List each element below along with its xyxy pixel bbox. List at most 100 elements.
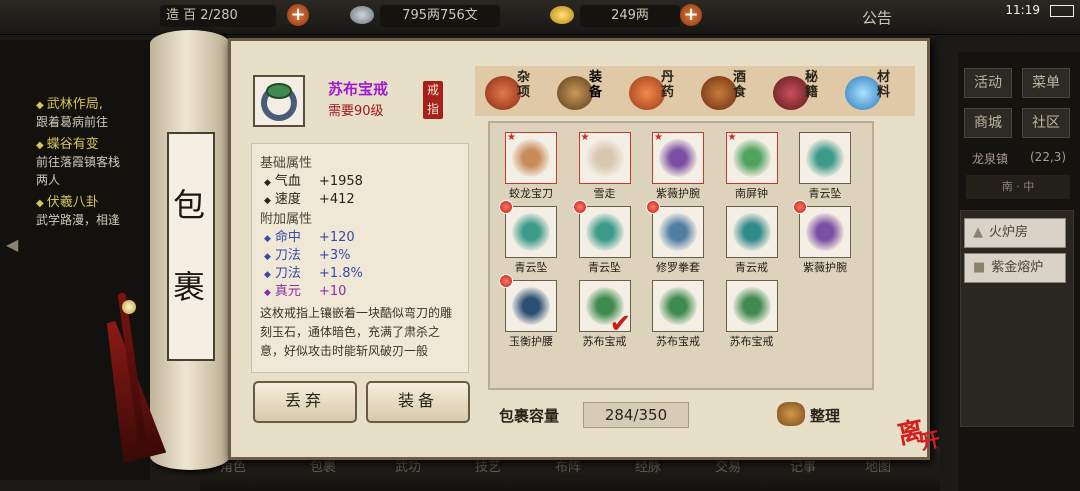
add-gold-button[interactable]: + <box>680 4 702 26</box>
item-stats-panel: 基础属性 ◆ 气血 +1958 ◆ 速度 +412 附加属性 ◆ 命中 +120 ◆ 刀法 +3… <box>251 143 469 373</box>
minimap[interactable]: 南 · 中 <box>966 175 1070 199</box>
wine-icon <box>701 76 737 110</box>
base-stats-header: 基础属性 <box>260 156 313 171</box>
item-label: 青云坠 <box>588 261 621 274</box>
scroll-title: 裹 <box>172 268 205 306</box>
belt-icon <box>512 287 550 325</box>
pendant-icon <box>806 139 844 177</box>
inventory-slot[interactable]: ★ 紫薇护腕 <box>652 132 704 202</box>
inventory-slot[interactable]: ★ 蛟龙宝刀 <box>505 132 557 202</box>
extra-stats-header: 附加属性 <box>260 212 313 227</box>
item-label: 青云坠 <box>514 261 548 274</box>
capacity-label: 包裹容量 <box>499 407 560 425</box>
item-label: 蛟龙宝刀 <box>509 187 553 200</box>
jar-icon <box>485 76 521 110</box>
item-level: 需要90级 <box>328 104 384 119</box>
item-label: 紫薇护腕 <box>803 261 847 274</box>
item-label: 青云坠 <box>808 187 842 200</box>
saber-icon <box>512 139 550 177</box>
triangle-icon: ▲ <box>973 225 983 240</box>
star-icon: ★ <box>507 132 516 143</box>
leave-button[interactable]: 离 开 <box>894 405 950 458</box>
item-label: 苏布宝戒 <box>729 335 774 348</box>
top-left-status: 造 百 2/280 <box>160 5 276 27</box>
quest-title[interactable]: 武林作局, <box>36 93 103 112</box>
tab-misc[interactable]: 杂项 <box>483 70 543 112</box>
slot-frame <box>578 206 631 258</box>
tab-materials[interactable]: 材料 <box>843 70 903 112</box>
inventory-slot[interactable]: 玉衡护腰 <box>499 274 557 350</box>
community-button[interactable]: 社区 <box>1022 108 1070 138</box>
pendant-icon <box>585 213 624 251</box>
scroll-title: 包 <box>172 186 205 224</box>
alert-dot-icon <box>499 274 513 288</box>
inventory-slot[interactable]: ★ 南屏钟 <box>725 132 778 202</box>
crystal-icon <box>845 76 881 110</box>
item-label: 青云戒 <box>735 261 768 274</box>
slot-frame: ★ <box>505 132 557 184</box>
gauntlet-icon <box>659 213 697 251</box>
star-icon: ★ <box>580 132 590 143</box>
collapse-arrow-icon[interactable]: ◀ <box>6 235 18 254</box>
menu-button[interactable]: 菜单 <box>1022 68 1070 98</box>
inventory-slot[interactable]: ✔ 苏布宝戒 <box>578 280 631 350</box>
add-button[interactable]: + <box>287 4 309 26</box>
stat-row: ◆ 速度 +412 <box>264 192 355 207</box>
pouch-icon[interactable] <box>777 402 805 426</box>
alert-dot-icon <box>793 200 807 214</box>
equip-button[interactable]: 装备 <box>366 381 470 423</box>
slot-frame: ★ <box>578 132 631 184</box>
announcement-button[interactable]: 公告 <box>862 7 892 28</box>
tab-pills[interactable]: 丹药 <box>627 70 687 112</box>
item-label: 苏布宝戒 <box>656 335 700 348</box>
item-label: 修罗拳套 <box>656 261 700 274</box>
quest-desc: 武学路漫，相逢 <box>36 213 121 227</box>
inventory-slot[interactable]: 青云坠 <box>572 200 631 276</box>
star-icon: ★ <box>654 132 663 143</box>
capacity-value: 284/350 <box>583 402 689 428</box>
ring-icon <box>659 287 697 325</box>
building-slot[interactable]: ■ 紫金熔炉 <box>964 253 1066 283</box>
tab-manuals[interactable]: 秘籍 <box>771 70 831 112</box>
slot-frame <box>725 280 778 332</box>
inventory-slot[interactable]: 紫薇护腕 <box>793 200 851 276</box>
stat-row: ◆ 命中 +120 <box>264 230 355 245</box>
inventory-slot[interactable]: ★ 雪走 <box>578 132 631 202</box>
alert-dot-icon <box>572 200 587 214</box>
ring-icon <box>261 83 297 121</box>
system-status: 11:19 <box>1005 3 1074 17</box>
star-icon: ★ <box>727 132 737 143</box>
alert-dot-icon <box>499 200 513 214</box>
location-display: 龙泉镇 (22,3) <box>972 150 1067 166</box>
slot-frame: ★ <box>725 132 778 184</box>
gold-display: 249两 <box>580 5 680 27</box>
building-slot[interactable]: ▲ 火炉房 <box>964 218 1066 248</box>
discard-button[interactable]: 丢弃 <box>253 381 357 423</box>
pendant-icon <box>512 213 550 251</box>
slot-frame <box>505 280 557 332</box>
inventory-slot[interactable]: 修罗拳套 <box>646 200 704 276</box>
cube-icon: ■ <box>973 260 986 275</box>
quest-title[interactable]: 蝶谷有变 <box>36 133 99 152</box>
gold-icon <box>550 6 574 24</box>
inventory-slot[interactable]: 青云戒 <box>725 206 778 276</box>
quest-desc: 跟着葛病前往 <box>36 115 109 129</box>
slot-frame <box>725 206 778 258</box>
tassel-bead <box>122 300 136 314</box>
quest-desc: 前往落霞镇客栈 <box>36 155 121 169</box>
inventory-slot[interactable]: 青云坠 <box>499 200 557 276</box>
sort-button[interactable]: 整理 <box>810 405 840 426</box>
activity-button[interactable]: 活动 <box>964 68 1012 98</box>
tab-food[interactable]: 酒食 <box>699 70 759 112</box>
inventory-slot[interactable]: 苏布宝戒 <box>652 280 704 350</box>
inventory-slot[interactable]: 青云坠 <box>799 132 851 202</box>
inventory-slot[interactable]: 苏布宝戒 <box>725 280 778 350</box>
shop-button[interactable]: 商城 <box>964 108 1012 138</box>
slot-frame <box>652 206 704 258</box>
item-label: 南屏钟 <box>735 187 768 200</box>
tab-equipment[interactable]: 装备 <box>555 70 615 112</box>
item-label: 苏布宝戒 <box>582 335 627 348</box>
pill-icon <box>629 76 665 110</box>
quest-title[interactable]: 伏羲八卦 <box>36 191 99 210</box>
stat-row: ◆ 刀法 +3% <box>264 248 351 263</box>
